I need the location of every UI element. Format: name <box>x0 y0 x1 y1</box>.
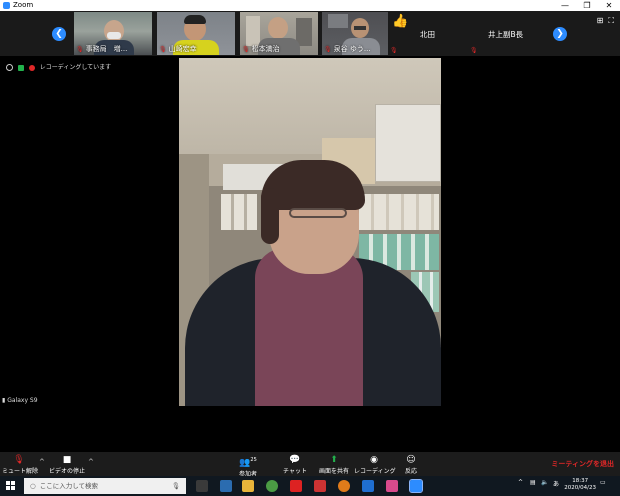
chat-button[interactable]: 💬 チャット <box>283 454 307 475</box>
recording-icon <box>28 64 35 71</box>
zoom-taskbar-icon[interactable] <box>409 479 423 493</box>
thumbs-up-reaction-icon: 👍 <box>392 14 409 29</box>
mic-muted-icon: 🎙 <box>13 455 25 465</box>
signal-icon: ▮ <box>2 397 6 404</box>
app-icon[interactable] <box>220 480 232 492</box>
mic-muted-icon: 🎙 <box>324 46 332 53</box>
minimize-icon[interactable]: — <box>554 0 576 11</box>
gallery-strip: ❮ 🎙 事務局 増... 🎙 山崎宏幸 🎙 松本満治 🎙 泉谷 ゆう... 👍 … <box>0 11 620 56</box>
search-icon: ○ <box>30 482 36 490</box>
mic-muted-icon: 🎙 <box>470 47 478 54</box>
app-icon[interactable] <box>314 480 326 492</box>
share-screen-icon: ⬆ <box>330 455 338 465</box>
mic-muted-icon: 🎙 <box>242 46 250 53</box>
info-icon[interactable] <box>6 64 13 71</box>
participant-thumbnail[interactable]: 👍 北田 🎙 <box>388 12 464 55</box>
active-speaker-video <box>179 58 441 406</box>
mic-muted-icon: 🎙 <box>159 46 167 53</box>
participants-icon: 👥25 <box>239 457 257 468</box>
participant-name: 🎙 事務局 増... <box>76 45 128 53</box>
app-icon[interactable] <box>338 480 350 492</box>
network-icon[interactable]: ▤ <box>530 479 536 486</box>
participant-name: 🎙 泉谷 ゆう... <box>324 45 371 53</box>
ime-indicator[interactable]: あ <box>553 479 559 488</box>
record-icon: ◉ <box>370 455 378 465</box>
gallery-prev-button[interactable]: ❮ <box>52 27 66 41</box>
app-icon[interactable] <box>386 480 398 492</box>
participant-name: 🎙 山崎宏幸 <box>159 45 197 53</box>
mic-muted-icon: 🎙 <box>76 46 84 53</box>
share-screen-button[interactable]: ⬆ 画面を共有 <box>316 454 352 475</box>
view-controls: ⊞ ⛶ <box>597 16 614 26</box>
windows-start-button[interactable] <box>6 481 16 491</box>
window-titlebar: Zoom — ❐ ✕ <box>0 0 620 11</box>
edge-icon[interactable] <box>362 480 374 492</box>
unmute-button[interactable]: 🎙 ミュート解除 <box>2 454 38 475</box>
restore-icon[interactable]: ❐ <box>576 0 598 11</box>
taskbar-clock[interactable]: 18:37 2020/04/23 <box>564 478 596 492</box>
chat-bubble-icon: 💬 <box>289 455 301 465</box>
file-explorer-icon[interactable] <box>242 480 254 492</box>
gallery-view-icon[interactable]: ⊞ <box>597 16 604 25</box>
device-label: ▮ Galaxy S9 <box>2 397 38 404</box>
chrome-icon[interactable] <box>266 480 278 492</box>
notification-icon[interactable]: ▭ <box>600 479 606 486</box>
microphone-icon[interactable]: 🎙 <box>172 478 180 494</box>
close-icon[interactable]: ✕ <box>598 0 620 11</box>
participant-thumbnail[interactable]: 🎙 事務局 増... <box>74 12 152 55</box>
windows-taskbar: ○ ここに入力して検索 🎙 ^ ▤ 🔈 あ 18:37 2020/04/23 ▭ <box>0 476 620 496</box>
gallery-next-button[interactable]: ❯ <box>553 27 567 41</box>
tray-chevron-icon[interactable]: ^ <box>518 479 523 486</box>
zoom-app-icon <box>3 2 10 9</box>
audio-options-caret[interactable]: ^ <box>39 458 45 466</box>
taskbar-search-box[interactable]: ○ ここに入力して検索 🎙 <box>24 478 186 494</box>
lock-icon[interactable] <box>17 64 24 71</box>
mic-muted-icon: 🎙 <box>390 47 398 54</box>
participant-name: 井上副B長 <box>488 30 524 39</box>
meeting-info-row: レコーディングしています <box>6 62 111 71</box>
stop-video-button[interactable]: ■ ビデオの停止 <box>48 454 86 475</box>
fullscreen-icon[interactable]: ⛶ <box>608 16 614 25</box>
acrobat-icon[interactable] <box>290 480 302 492</box>
leave-meeting-button[interactable]: ミーティングを退出 <box>551 459 614 469</box>
participants-button[interactable]: 👥25 参加者 <box>235 454 261 478</box>
reactions-button[interactable]: ☺ 反応 <box>401 454 421 475</box>
participant-thumbnail[interactable]: 🎙 松本満治 <box>240 12 318 55</box>
participant-thumbnail[interactable]: 井上副B長 🎙 <box>468 12 546 55</box>
window-title: Zoom <box>13 1 34 9</box>
task-view-icon[interactable] <box>196 480 208 492</box>
participant-thumbnail[interactable]: 🎙 山崎宏幸 <box>157 12 235 55</box>
meeting-controls: 🎙 ミュート解除 ^ ■ ビデオの停止 ^ 👥25 参加者 💬 チャット ⬆ 画… <box>0 452 620 478</box>
recording-status: レコーディングしています <box>39 64 112 71</box>
video-options-caret[interactable]: ^ <box>88 458 94 466</box>
video-camera-icon: ■ <box>62 455 72 465</box>
volume-icon[interactable]: 🔈 <box>541 479 548 486</box>
participant-name: 🎙 松本満治 <box>242 45 280 53</box>
record-button[interactable]: ◉ レコーディング <box>354 454 396 475</box>
smiley-icon: ☺ <box>406 455 416 465</box>
participant-name: 北田 <box>420 30 435 39</box>
